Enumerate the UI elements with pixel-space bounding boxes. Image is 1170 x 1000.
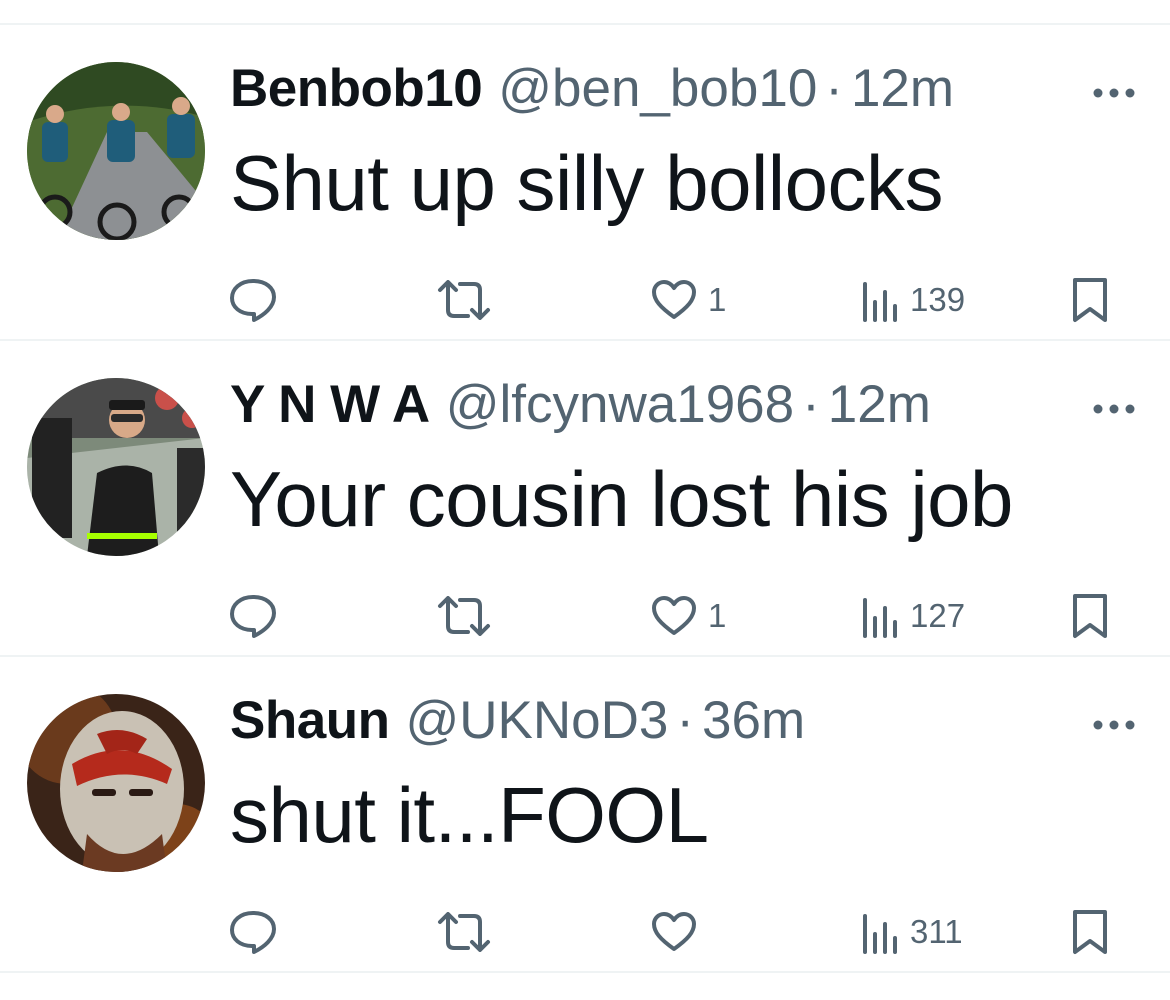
bookmark-icon xyxy=(1070,276,1110,324)
tweet-text: Your cousin lost his job xyxy=(230,455,1013,543)
like-button[interactable]: 1 xyxy=(650,566,726,666)
more-icon[interactable] xyxy=(1088,705,1140,745)
reply-button[interactable] xyxy=(228,566,278,666)
heart-icon xyxy=(650,911,698,953)
views-icon xyxy=(860,278,900,322)
tweet-text: Shut up silly bollocks xyxy=(230,139,944,227)
like-button[interactable] xyxy=(650,882,708,982)
view-count: 127 xyxy=(910,597,966,634)
tweet-text: shut it...FOOL xyxy=(230,771,709,859)
heart-icon xyxy=(650,595,698,637)
timestamp[interactable]: 12m xyxy=(851,59,954,119)
user-handle[interactable]: @lfcynwa1968 xyxy=(446,375,794,435)
display-name[interactable]: Shaun xyxy=(230,691,390,751)
tweet[interactable]: Y N W A @lfcynwa1968 · 12m Your cousin l… xyxy=(0,341,1170,655)
retweet-icon xyxy=(436,912,492,952)
view-count: 139 xyxy=(910,281,966,318)
view-count: 311 xyxy=(910,913,963,950)
user-handle[interactable]: @ben_bob10 xyxy=(498,59,817,119)
views-button[interactable]: 139 xyxy=(860,250,965,350)
reply-icon xyxy=(228,593,278,639)
reply-icon xyxy=(228,909,278,955)
separator-dot: · xyxy=(825,59,843,118)
more-icon[interactable] xyxy=(1088,389,1140,429)
retweet-button[interactable] xyxy=(436,250,492,350)
user-handle[interactable]: @UKNoD3 xyxy=(405,691,668,751)
tweet[interactable]: Benbob10 @ben_bob10 · 12m Shut up silly … xyxy=(0,25,1170,339)
retweet-icon xyxy=(436,280,492,320)
tweet-header: Benbob10 @ben_bob10 · 12m xyxy=(230,59,954,119)
separator-dot: · xyxy=(802,375,820,434)
timestamp[interactable]: 12m xyxy=(828,375,931,435)
divider xyxy=(0,971,1170,973)
like-button[interactable]: 1 xyxy=(650,250,726,350)
reply-button[interactable] xyxy=(228,882,278,982)
timestamp[interactable]: 36m xyxy=(702,691,805,751)
retweet-button[interactable] xyxy=(436,566,492,666)
bookmark-button[interactable] xyxy=(1070,250,1110,350)
tweet-header: Y N W A @lfcynwa1968 · 12m xyxy=(230,375,931,435)
views-icon xyxy=(860,594,900,638)
views-icon xyxy=(860,910,900,954)
heart-icon xyxy=(650,279,698,321)
reply-feed: Benbob10 @ben_bob10 · 12m Shut up silly … xyxy=(0,0,1170,1000)
more-icon[interactable] xyxy=(1088,73,1140,113)
tweet-header: Shaun @UKNoD3 · 36m xyxy=(230,691,805,751)
avatar[interactable] xyxy=(27,694,205,872)
reply-icon xyxy=(228,277,278,323)
bookmark-button[interactable] xyxy=(1070,566,1110,666)
reply-button[interactable] xyxy=(228,250,278,350)
avatar[interactable] xyxy=(27,378,205,556)
bookmark-button[interactable] xyxy=(1070,882,1110,982)
avatar[interactable] xyxy=(27,62,205,240)
like-count: 1 xyxy=(708,281,727,318)
views-button[interactable]: 127 xyxy=(860,566,965,666)
separator-dot: · xyxy=(676,691,695,750)
bookmark-icon xyxy=(1070,592,1110,640)
retweet-button[interactable] xyxy=(436,882,492,982)
like-count: 1 xyxy=(708,597,727,634)
display-name[interactable]: Y N W A xyxy=(230,375,430,435)
views-button[interactable]: 311 xyxy=(860,882,963,982)
display-name[interactable]: Benbob10 xyxy=(230,59,483,119)
tweet[interactable]: Shaun @UKNoD3 · 36m shut it...FOOL 311 xyxy=(0,657,1170,971)
bookmark-icon xyxy=(1070,908,1110,956)
retweet-icon xyxy=(436,596,492,636)
